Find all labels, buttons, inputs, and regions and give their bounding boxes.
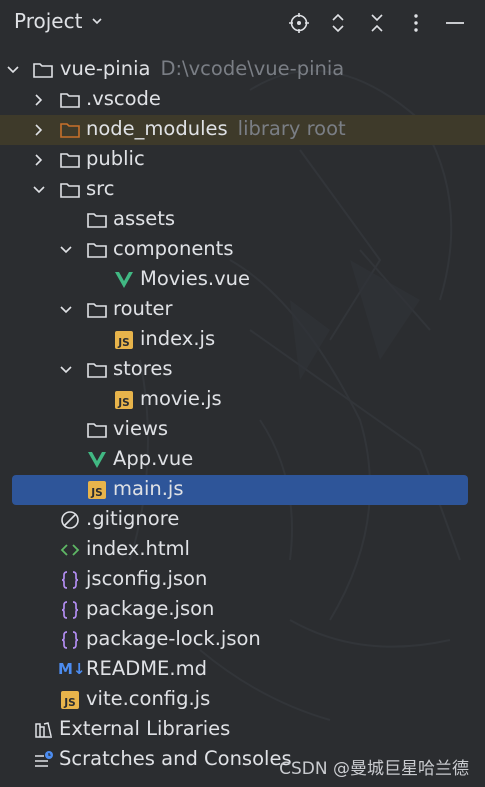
- tree-item-label: Scratches and Consoles: [59, 747, 292, 770]
- tree-item-jsconfig-json[interactable]: jsconfig.json: [0, 565, 485, 595]
- chevron-down-icon[interactable]: [59, 243, 73, 257]
- vue-file-icon: [115, 272, 133, 288]
- tree-item-label: node_modules: [86, 117, 228, 140]
- chevron-right-icon[interactable]: [32, 153, 46, 167]
- watermark: CSDN @曼城巨星哈兰德: [279, 759, 469, 779]
- vue-file-icon: [88, 452, 106, 468]
- project-view-selector[interactable]: Project: [14, 9, 104, 33]
- tree-item-src[interactable]: src: [0, 175, 485, 205]
- tree-item-label: movie.js: [140, 387, 222, 410]
- folder-icon: [60, 153, 80, 168]
- tree-item-label: App.vue: [113, 447, 194, 470]
- scratches-icon: [35, 751, 53, 767]
- library-root-hint: library root: [237, 117, 346, 140]
- tree-item-label: public: [86, 147, 145, 170]
- tree-item-label: main.js: [113, 477, 184, 500]
- tree-item-label: router: [113, 297, 173, 320]
- more-options-icon[interactable]: [404, 11, 428, 35]
- js-file-icon: JS: [115, 331, 133, 349]
- folder-icon: [33, 63, 53, 78]
- tree-item-label: assets: [113, 207, 176, 230]
- tree-item-label: .gitignore: [86, 507, 180, 530]
- folder-icon: [87, 423, 107, 438]
- library-icon: [35, 722, 52, 738]
- collapse-all-icon[interactable]: [365, 11, 389, 35]
- tree-item-router[interactable]: router: [0, 295, 485, 325]
- tree-item-label: views: [113, 417, 169, 440]
- project-path: D:\vcode\vue-pinia: [160, 57, 345, 80]
- project-toolwindow-header: Project: [0, 0, 485, 44]
- ignore-file-icon: [61, 511, 79, 529]
- tree-item-label: package-lock.json: [86, 627, 261, 650]
- js-file-icon: JS: [115, 391, 133, 409]
- chevron-down-icon[interactable]: [59, 363, 73, 377]
- project-tree: vue-pinia D:\vcode\vue-pinia .vscode node…: [0, 55, 485, 775]
- folder-icon: [87, 303, 107, 318]
- library-folder-icon: [60, 123, 80, 138]
- json-file-icon: [61, 571, 79, 589]
- json-file-icon: [61, 601, 79, 619]
- tree-item-label: components: [113, 237, 234, 260]
- tree-item-vite-config-js[interactable]: JS vite.config.js: [0, 685, 485, 715]
- json-file-icon: [61, 631, 79, 649]
- folder-icon: [60, 93, 80, 108]
- tree-item-router-index-js[interactable]: JS index.js: [0, 325, 485, 355]
- markdown-file-icon: M↓: [58, 660, 86, 678]
- locate-icon[interactable]: [287, 11, 311, 35]
- tree-item-public[interactable]: public: [0, 145, 485, 175]
- tree-item-label: package.json: [86, 597, 215, 620]
- chevron-down-icon[interactable]: [59, 303, 73, 317]
- js-file-icon: JS: [88, 481, 106, 499]
- chevron-right-icon[interactable]: [32, 93, 46, 107]
- tree-item-label: index.html: [86, 537, 190, 560]
- tree-item-node-modules[interactable]: node_modules library root: [0, 115, 485, 145]
- tree-item-assets[interactable]: assets: [0, 205, 485, 235]
- expand-selected-icon[interactable]: [326, 11, 350, 35]
- tree-item-label: .vscode: [86, 87, 161, 110]
- tree-item-components[interactable]: components: [0, 235, 485, 265]
- chevron-down-icon[interactable]: [32, 183, 46, 197]
- tree-item-package-lock-json[interactable]: package-lock.json: [0, 625, 485, 655]
- tree-item-label: index.js: [140, 327, 216, 350]
- chevron-down-icon: [92, 18, 103, 25]
- tree-item-main-js[interactable]: JS main.js: [12, 475, 468, 505]
- folder-icon: [87, 213, 107, 228]
- tree-item-label: README.md: [86, 657, 207, 680]
- tree-item-label: jsconfig.json: [86, 567, 208, 590]
- tree-item-index-html[interactable]: index.html: [0, 535, 485, 565]
- folder-icon: [87, 363, 107, 378]
- tree-item-package-json[interactable]: package.json: [0, 595, 485, 625]
- tree-item-external-libraries[interactable]: External Libraries: [0, 715, 485, 745]
- folder-icon: [87, 243, 107, 258]
- tree-item-label: stores: [113, 357, 173, 380]
- tree-item-views[interactable]: views: [0, 415, 485, 445]
- js-file-icon: JS: [61, 691, 79, 709]
- tree-item-gitignore[interactable]: .gitignore: [0, 505, 485, 535]
- tree-item-label: vue-pinia: [60, 57, 151, 80]
- project-title: Project: [14, 9, 83, 33]
- tree-item-root[interactable]: vue-pinia D:\vcode\vue-pinia: [0, 55, 485, 85]
- tree-item-movie-js[interactable]: JS movie.js: [0, 385, 485, 415]
- chevron-down-icon[interactable]: [6, 63, 20, 77]
- tree-item-label: src: [86, 177, 115, 200]
- folder-icon: [60, 183, 80, 198]
- tree-item-label: Movies.vue: [140, 267, 250, 290]
- tree-item-readme-md[interactable]: M↓ README.md: [0, 655, 485, 685]
- hide-toolwindow-icon[interactable]: [443, 11, 467, 35]
- tree-item-app-vue[interactable]: App.vue: [0, 445, 485, 475]
- tree-item-vscode[interactable]: .vscode: [0, 85, 485, 115]
- tree-item-movies-vue[interactable]: Movies.vue: [0, 265, 485, 295]
- tree-item-stores[interactable]: stores: [0, 355, 485, 385]
- tree-item-label: vite.config.js: [86, 687, 211, 710]
- tree-item-label: External Libraries: [59, 717, 231, 740]
- chevron-right-icon[interactable]: [32, 123, 46, 137]
- html-file-icon: [60, 544, 80, 556]
